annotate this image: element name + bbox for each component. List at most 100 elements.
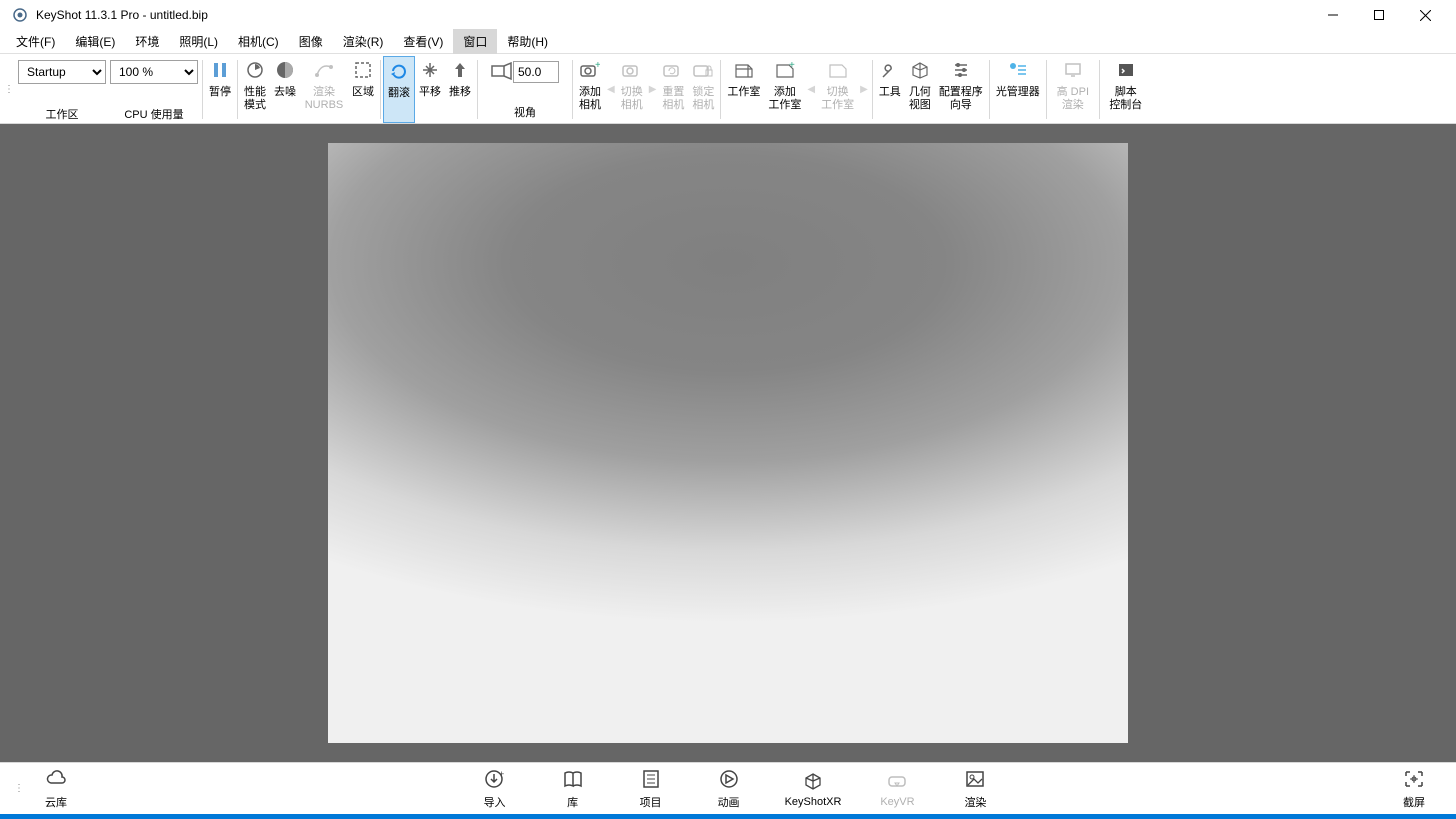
prev-camera-button: ◀ bbox=[605, 56, 617, 123]
next-camera-button: ▶ bbox=[647, 56, 659, 123]
cloud-icon bbox=[45, 768, 67, 790]
studio-icon bbox=[734, 58, 754, 82]
menu-help[interactable]: 帮助(H) bbox=[497, 29, 558, 54]
pause-button[interactable]: 暂停 bbox=[205, 56, 235, 123]
render-canvas[interactable] bbox=[328, 143, 1128, 743]
menu-render[interactable]: 渲染(R) bbox=[333, 29, 394, 54]
light-list-icon bbox=[1008, 58, 1028, 82]
document-icon bbox=[640, 768, 662, 790]
keyvr-button: KeyVR bbox=[867, 768, 927, 810]
import-button[interactable]: + 导入 bbox=[465, 768, 525, 810]
bottombar-grip-icon[interactable]: ⋮ bbox=[12, 783, 26, 794]
workspace-select[interactable]: Startup bbox=[18, 60, 106, 84]
performance-mode-button[interactable]: 性能 模式 bbox=[240, 56, 270, 123]
render-nurbs-button: 渲染 NURBS bbox=[300, 56, 348, 123]
play-circle-icon bbox=[718, 768, 740, 790]
maximize-button[interactable] bbox=[1356, 0, 1402, 30]
viewport[interactable] bbox=[0, 124, 1456, 762]
script-console-button[interactable]: 脚本 控制台 bbox=[1102, 56, 1150, 123]
tools-button[interactable]: 工具 bbox=[875, 56, 905, 123]
render-image-icon bbox=[964, 768, 986, 790]
toolbar: ⋮ Startup 工作区 100 % CPU 使用量 暂停 性能 模式 去噪 … bbox=[0, 54, 1456, 124]
keyshotxr-button[interactable]: KeyShotXR bbox=[777, 768, 850, 810]
workspace-label: 工作区 bbox=[46, 106, 79, 122]
titlebar: KeyShot 11.3.1 Pro - untitled.bip bbox=[0, 0, 1456, 30]
region-icon bbox=[354, 58, 372, 82]
add-studio-icon: + bbox=[775, 58, 795, 82]
prev-studio-button: ◀ bbox=[805, 56, 817, 123]
add-camera-button[interactable]: + 添加 相机 bbox=[575, 56, 605, 123]
light-manager-button[interactable]: 光管理器 bbox=[992, 56, 1044, 123]
monitor-icon bbox=[1064, 58, 1082, 82]
cloud-library-button[interactable]: 云库 bbox=[26, 768, 86, 810]
perspective-icon bbox=[491, 62, 513, 80]
project-button[interactable]: 项目 bbox=[621, 768, 681, 810]
pause-icon bbox=[211, 58, 229, 82]
sliders-icon bbox=[952, 58, 970, 82]
region-button[interactable]: 区域 bbox=[348, 56, 378, 123]
animation-button[interactable]: 动画 bbox=[699, 768, 759, 810]
pan-icon bbox=[421, 58, 439, 82]
menu-image[interactable]: 图像 bbox=[289, 29, 333, 54]
performance-icon bbox=[246, 58, 264, 82]
reset-camera-icon bbox=[663, 58, 683, 82]
cpu-usage-label: CPU 使用量 bbox=[124, 106, 183, 122]
perspective-label: 视角 bbox=[514, 104, 536, 120]
workspace-group: Startup 工作区 bbox=[16, 56, 108, 123]
book-icon bbox=[562, 768, 584, 790]
toolbar-grip-icon[interactable]: ⋮ bbox=[2, 56, 16, 123]
switch-camera-button: 切换 相机 bbox=[617, 56, 647, 123]
minimize-button[interactable] bbox=[1310, 0, 1356, 30]
window-title: KeyShot 11.3.1 Pro - untitled.bip bbox=[36, 8, 1310, 22]
dolly-button[interactable]: 推移 bbox=[445, 56, 475, 123]
menubar: 文件(F) 编辑(E) 环境 照明(L) 相机(C) 图像 渲染(R) 查看(V… bbox=[0, 30, 1456, 54]
menu-view[interactable]: 查看(V) bbox=[393, 29, 453, 54]
library-button[interactable]: 库 bbox=[543, 768, 603, 810]
cpu-group: 100 % CPU 使用量 bbox=[108, 56, 200, 123]
config-wizard-button[interactable]: 配置程序 向导 bbox=[935, 56, 987, 123]
switch-studio-icon bbox=[828, 58, 848, 82]
menu-camera[interactable]: 相机(C) bbox=[228, 29, 289, 54]
import-icon: + bbox=[484, 768, 506, 790]
pan-button[interactable]: 平移 bbox=[415, 56, 445, 123]
zoom-select[interactable]: 100 % bbox=[110, 60, 198, 84]
close-button[interactable] bbox=[1402, 0, 1448, 30]
camera-icon bbox=[622, 58, 642, 82]
geometry-view-button[interactable]: 几何 视图 bbox=[905, 56, 935, 123]
svg-text:+: + bbox=[499, 769, 504, 779]
denoise-button[interactable]: 去噪 bbox=[270, 56, 300, 123]
screenshot-icon bbox=[1403, 768, 1425, 790]
cube-icon bbox=[911, 58, 929, 82]
menu-file[interactable]: 文件(F) bbox=[6, 29, 65, 54]
denoise-icon bbox=[276, 58, 294, 82]
menu-lighting[interactable]: 照明(L) bbox=[169, 29, 228, 54]
menu-environment[interactable]: 环境 bbox=[125, 29, 169, 54]
bottombar: ⋮ 云库 + 导入 库 项目 动画 KeyShotXR KeyVR bbox=[0, 762, 1456, 814]
nurbs-icon bbox=[315, 58, 333, 82]
taskbar bbox=[0, 814, 1456, 819]
switch-studio-button: 切换 工作室 bbox=[817, 56, 858, 123]
menu-window[interactable]: 窗口 bbox=[453, 29, 497, 54]
wrench-icon bbox=[881, 58, 899, 82]
render-button[interactable]: 渲染 bbox=[945, 768, 1005, 810]
menu-edit[interactable]: 编辑(E) bbox=[65, 29, 125, 54]
screenshot-button[interactable]: 截屏 bbox=[1384, 768, 1444, 810]
xr-cube-icon bbox=[802, 770, 824, 792]
app-logo-icon bbox=[12, 7, 28, 23]
hi-dpi-render-button: 高 DPI 渲染 bbox=[1049, 56, 1097, 123]
studio-button[interactable]: 工作室 bbox=[723, 56, 764, 123]
console-icon bbox=[1117, 58, 1135, 82]
svg-text:+: + bbox=[789, 61, 795, 71]
lock-camera-icon bbox=[693, 58, 713, 82]
lock-camera-button: 锁定 相机 bbox=[688, 56, 718, 123]
tumble-button[interactable]: 翻滚 bbox=[383, 56, 415, 123]
dolly-icon bbox=[451, 58, 469, 82]
add-camera-icon: + bbox=[580, 58, 600, 82]
add-studio-button[interactable]: + 添加 工作室 bbox=[764, 56, 805, 123]
svg-text:+: + bbox=[595, 61, 600, 71]
perspective-input[interactable] bbox=[513, 61, 559, 83]
tumble-icon bbox=[390, 59, 408, 83]
next-studio-button: ▶ bbox=[858, 56, 870, 123]
reset-camera-button: 重置 相机 bbox=[658, 56, 688, 123]
vr-headset-icon bbox=[886, 770, 908, 792]
